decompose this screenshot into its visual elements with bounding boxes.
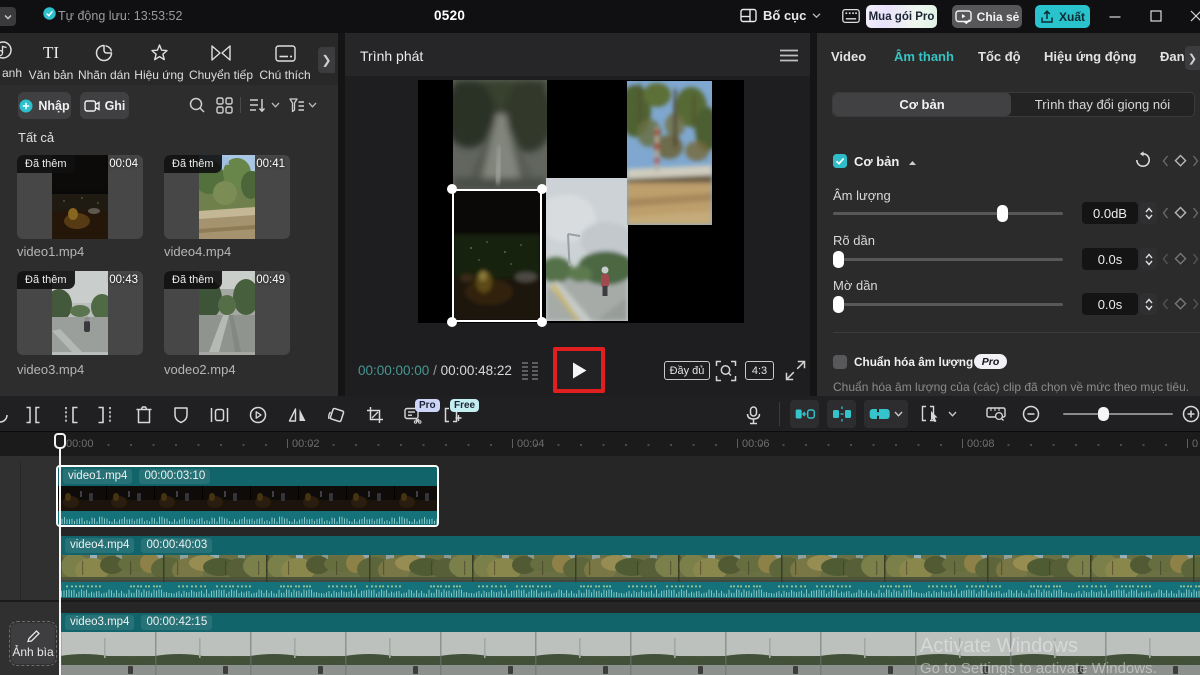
svg-text:00:02: 00:02 xyxy=(292,438,320,450)
svg-text:0: 0 xyxy=(1192,438,1198,450)
svg-text:00:00: 00:00 xyxy=(66,438,94,450)
svg-text:00:04: 00:04 xyxy=(517,438,545,450)
svg-text:00:06: 00:06 xyxy=(742,438,770,450)
svg-text:00:08: 00:08 xyxy=(967,438,995,450)
